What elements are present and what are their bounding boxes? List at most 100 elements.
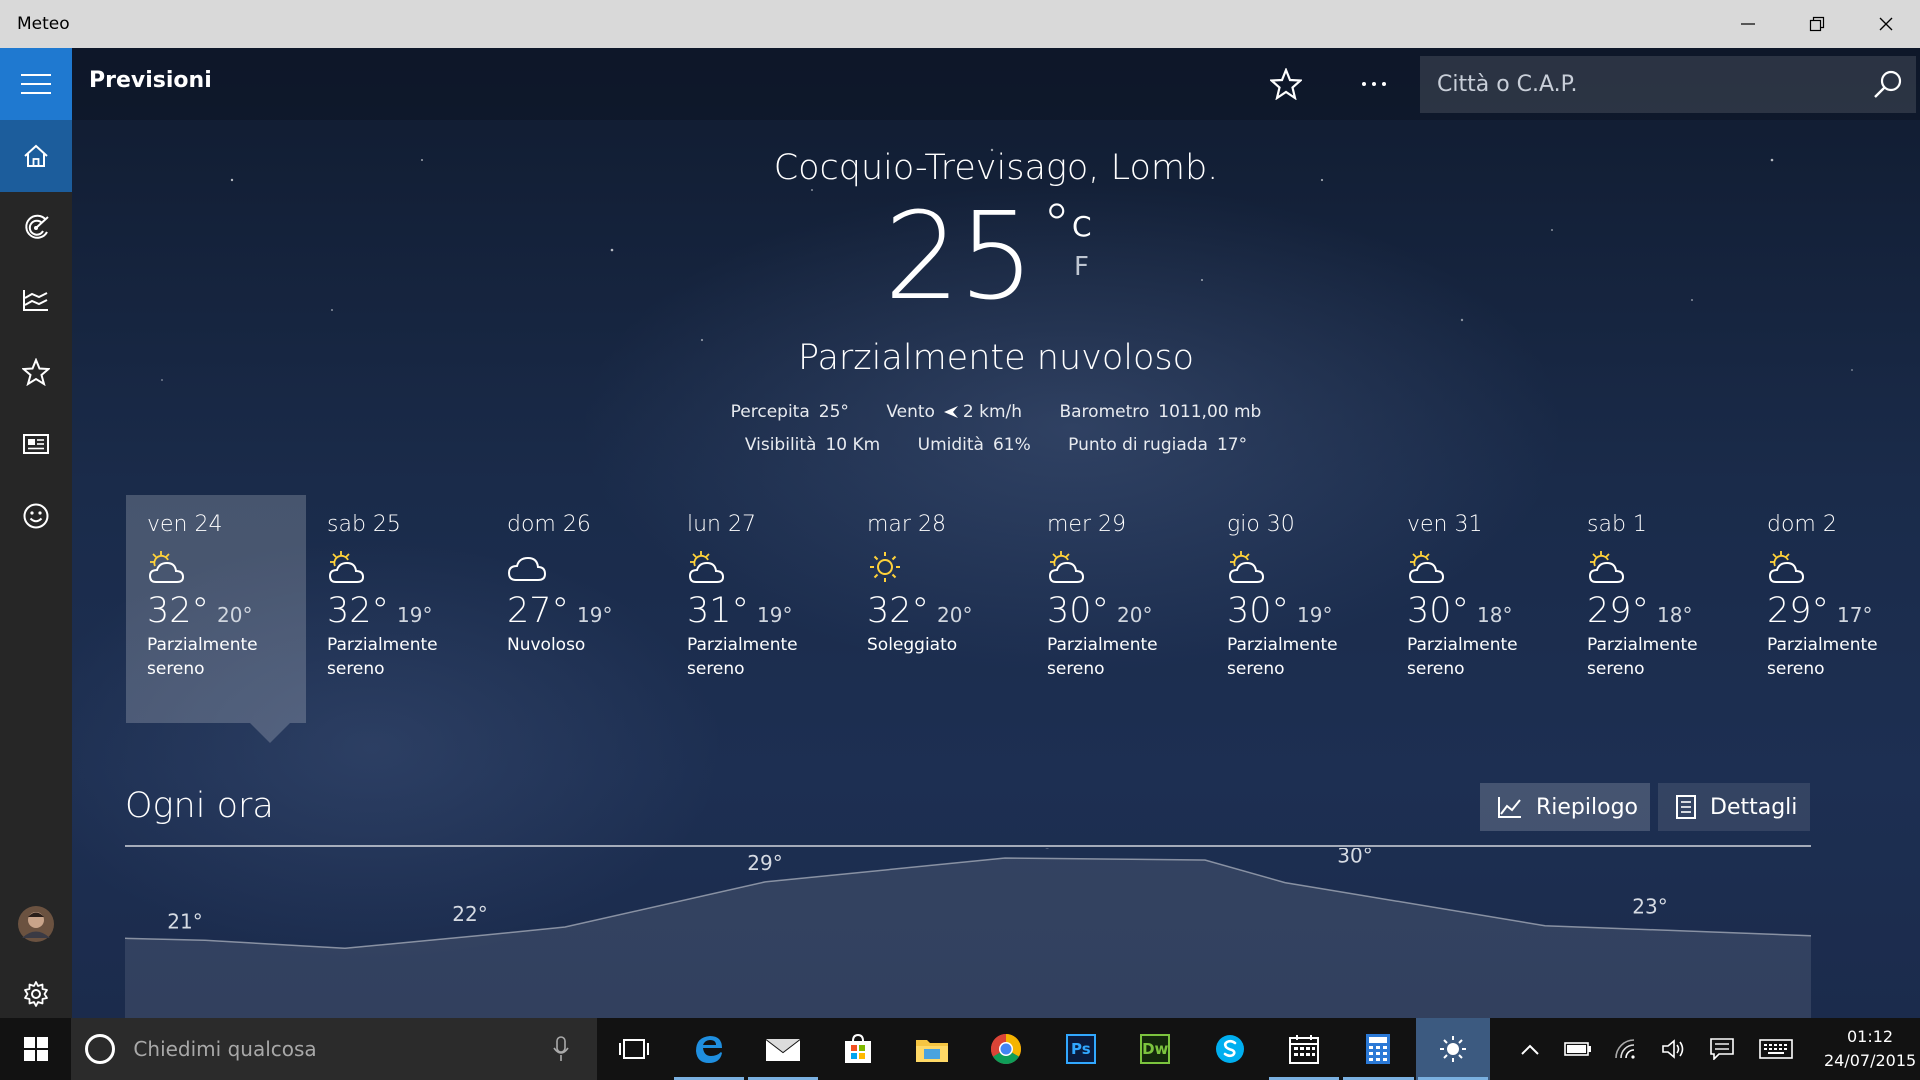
mail-icon bbox=[765, 1038, 801, 1061]
news-icon bbox=[23, 434, 49, 454]
partly-sunny-icon bbox=[1407, 549, 1451, 585]
wind-direction-icon bbox=[943, 406, 958, 418]
day-tile[interactable]: sab 1 29° 18° Parzialmente sereno bbox=[1566, 495, 1746, 723]
microphone-icon[interactable] bbox=[553, 1036, 569, 1062]
photoshop-icon: Ps bbox=[1065, 1034, 1096, 1064]
day-name: sab 25 bbox=[327, 512, 401, 537]
visibility-label: Visibilità bbox=[744, 435, 817, 455]
search-button[interactable] bbox=[1860, 56, 1916, 113]
battery-button[interactable] bbox=[1554, 1018, 1602, 1080]
taskbar-photoshop[interactable]: Ps bbox=[1044, 1018, 1118, 1080]
sidebar-item-history[interactable] bbox=[0, 264, 72, 336]
day-name: gio 30 bbox=[1227, 512, 1295, 537]
title-bar: Meteo bbox=[0, 0, 1920, 48]
cortana-search[interactable]: Chiedimi qualcosa bbox=[71, 1018, 598, 1080]
restore-button[interactable] bbox=[1782, 0, 1851, 48]
day-tile[interactable]: sab 25 32° 19° Parzialmente sereno bbox=[306, 495, 486, 723]
cortana-placeholder: Chiedimi qualcosa bbox=[133, 1037, 317, 1061]
hourly-temp-label: 32° bbox=[1042, 848, 1077, 853]
day-tile[interactable]: ven 24 32° 20° Parzialmente sereno bbox=[126, 495, 306, 723]
start-button[interactable] bbox=[0, 1018, 71, 1080]
taskbar-chrome[interactable] bbox=[969, 1018, 1043, 1080]
current-details-row-2: Visibilità 10 Km Umidità 61% Punto di rugi… bbox=[72, 435, 1920, 455]
hourly-area bbox=[125, 858, 1811, 1018]
day-tile[interactable]: ven 31 30° 18° Parzialmente sereno bbox=[1386, 495, 1566, 723]
partly-sunny-icon bbox=[1767, 549, 1811, 585]
day-low: 19° bbox=[397, 603, 433, 627]
taskbar-calculator[interactable] bbox=[1341, 1018, 1415, 1080]
home-icon bbox=[24, 144, 48, 167]
current-condition: Parzialmente nuvoloso bbox=[797, 338, 1195, 378]
day-tile[interactable]: mar 28 32° 20° Soleggiato bbox=[846, 495, 1026, 723]
taskbar: Chiedimi qualcosa Ps Dw 01:12 24/07/2015 bbox=[0, 1018, 1920, 1080]
star-icon bbox=[22, 358, 50, 386]
taskbar-explorer[interactable] bbox=[895, 1018, 969, 1080]
line-chart-icon bbox=[1498, 797, 1521, 818]
taskbar-weather[interactable] bbox=[1415, 1018, 1491, 1080]
dew-point-label: Punto di rugiada bbox=[1068, 435, 1208, 455]
sidebar-item-feedback[interactable] bbox=[0, 480, 72, 552]
unit-celsius-button[interactable]: C bbox=[1072, 210, 1092, 243]
day-condition: Nuvoloso bbox=[507, 635, 586, 655]
day-tile[interactable]: dom 26 27° 19° Nuvoloso bbox=[486, 495, 666, 723]
day-low: 18° bbox=[1477, 603, 1513, 627]
minimize-button[interactable] bbox=[1713, 0, 1782, 48]
taskbar-edge[interactable] bbox=[672, 1018, 746, 1080]
day-tile[interactable]: gio 30 30° 19° Parzialmente sereno bbox=[1206, 495, 1386, 723]
day-tile[interactable]: mer 29 30° 20° Parzialmente sereno bbox=[1026, 495, 1206, 723]
sunny-icon bbox=[867, 549, 911, 585]
taskbar-skype[interactable] bbox=[1192, 1018, 1266, 1080]
details-button[interactable]: Dettagli bbox=[1658, 783, 1810, 831]
taskbar-store[interactable] bbox=[820, 1018, 894, 1080]
day-tile[interactable]: dom 2 29° 17° Parzialmente sereno bbox=[1746, 495, 1920, 723]
day-tile[interactable]: lun 27 31° 19° Parzialmente sereno bbox=[666, 495, 846, 723]
summary-button[interactable]: Riepilogo bbox=[1480, 783, 1650, 831]
account-button[interactable] bbox=[0, 888, 72, 960]
sidebar-item-maps[interactable] bbox=[0, 192, 72, 264]
day-name: mar 28 bbox=[867, 512, 946, 537]
day-low: 18° bbox=[1657, 603, 1693, 627]
day-high: 30° bbox=[1227, 591, 1290, 631]
day-high: 32° bbox=[147, 591, 210, 631]
partly-sunny-icon bbox=[687, 549, 731, 585]
battery-icon bbox=[1564, 1042, 1592, 1056]
volume-button[interactable] bbox=[1650, 1018, 1698, 1080]
sidebar bbox=[0, 48, 72, 1018]
day-condition: Parzialmente sereno bbox=[147, 635, 258, 679]
system-clock[interactable]: 01:12 24/07/2015 bbox=[1820, 1025, 1920, 1073]
day-condition: Parzialmente sereno bbox=[1047, 635, 1158, 679]
day-condition: Parzialmente sereno bbox=[1767, 635, 1878, 679]
taskbar-calendar[interactable] bbox=[1267, 1018, 1341, 1080]
window-title: Meteo bbox=[17, 14, 70, 34]
cloudy-icon bbox=[507, 549, 551, 585]
details-label: Dettagli bbox=[1710, 794, 1798, 820]
hamburger-menu-button[interactable] bbox=[0, 48, 72, 120]
search-input[interactable] bbox=[1420, 72, 1860, 97]
show-hidden-icons-button[interactable] bbox=[1506, 1018, 1554, 1080]
day-name: dom 26 bbox=[507, 512, 591, 537]
star-icon bbox=[1270, 68, 1302, 100]
sidebar-item-news[interactable] bbox=[0, 408, 72, 480]
close-button[interactable] bbox=[1851, 0, 1920, 48]
current-temperature: 25 ° bbox=[884, 188, 1071, 327]
humidity-value: 61% bbox=[992, 435, 1031, 455]
more-options-button[interactable] bbox=[1352, 62, 1396, 106]
hourly-title: Ogni ora bbox=[125, 786, 274, 826]
selected-day-indicator bbox=[250, 723, 290, 743]
task-view-button[interactable] bbox=[597, 1018, 671, 1080]
day-high: 29° bbox=[1587, 591, 1650, 631]
main-content: Previsioni Cocquio-Trevisago, Lomb. 25° … bbox=[72, 48, 1920, 1018]
add-favorite-button[interactable] bbox=[1264, 62, 1308, 106]
network-button[interactable] bbox=[1602, 1018, 1650, 1080]
task-view-icon bbox=[619, 1039, 650, 1059]
feels-like-label: Percepita bbox=[730, 402, 810, 422]
sidebar-item-places[interactable] bbox=[0, 336, 72, 408]
taskbar-dreamweaver[interactable]: Dw bbox=[1118, 1018, 1192, 1080]
action-center-button[interactable] bbox=[1698, 1018, 1746, 1080]
hamburger-icon bbox=[21, 74, 51, 94]
touch-keyboard-button[interactable] bbox=[1746, 1018, 1806, 1080]
unit-fahrenheit-button[interactable]: F bbox=[1074, 252, 1089, 282]
keyboard-icon bbox=[1759, 1039, 1793, 1059]
taskbar-mail[interactable] bbox=[746, 1018, 820, 1080]
sidebar-item-forecast[interactable] bbox=[0, 120, 72, 192]
